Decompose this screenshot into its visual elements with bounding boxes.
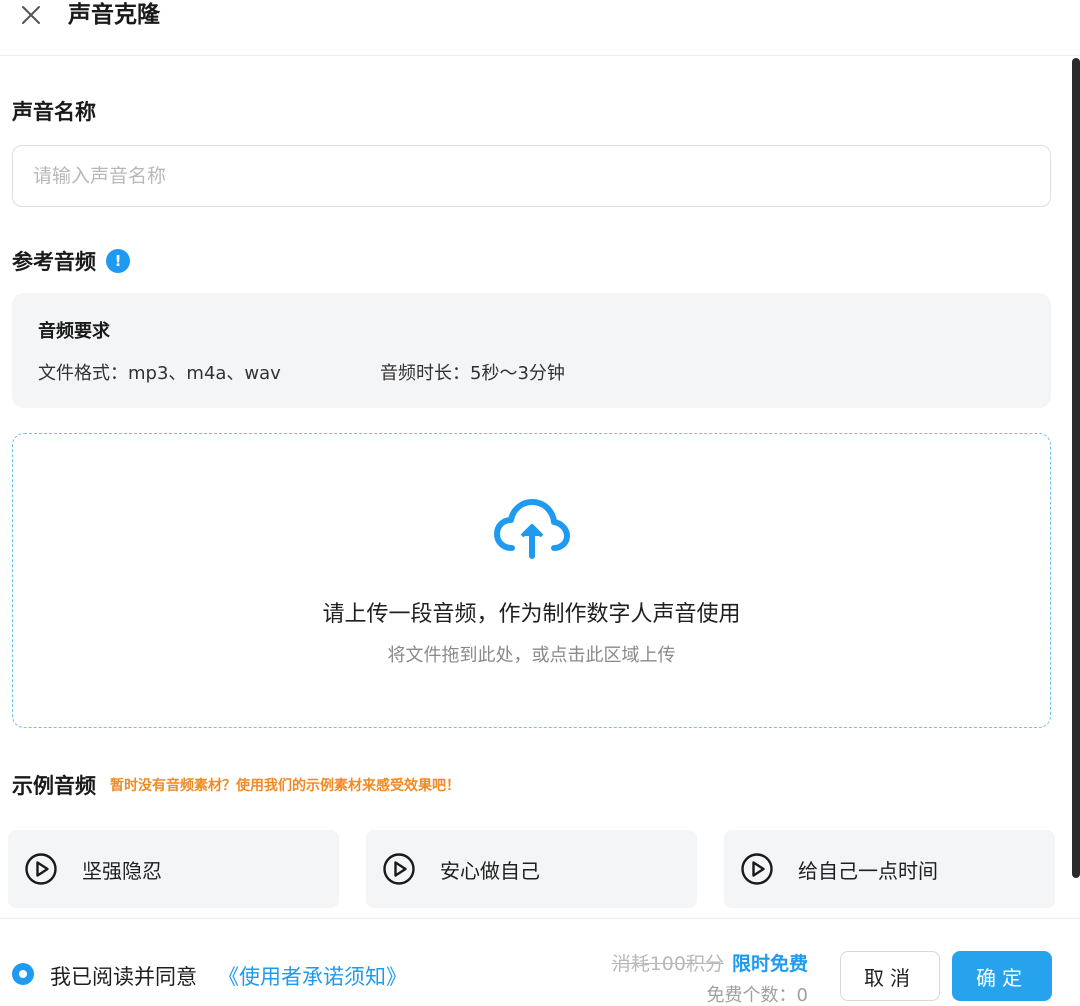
- free-count: 免费个数：0: [706, 985, 808, 1006]
- play-icon[interactable]: [382, 852, 416, 886]
- original-cost: 消耗100积分: [611, 953, 724, 975]
- play-icon[interactable]: [740, 852, 774, 886]
- examples-hint: 暂时没有音频素材？使用我们的示例素材来感受效果吧！: [110, 778, 460, 794]
- sample-audio-card[interactable]: 坚强隐忍: [8, 830, 339, 908]
- sample-audio-card[interactable]: 安心做自己: [366, 830, 697, 908]
- dialog-footer: 我已阅读并同意 《使用者承诺须知》 消耗100积分 限时免费 免费个数：0 取消 …: [0, 918, 1080, 1006]
- close-button[interactable]: [16, 0, 46, 30]
- terms-link[interactable]: 《使用者承诺须知》: [218, 961, 407, 991]
- voice-name-input[interactable]: [12, 145, 1051, 207]
- scrollbar[interactable]: [1072, 58, 1080, 878]
- dialog-title: 声音克隆: [68, 2, 160, 28]
- play-icon[interactable]: [24, 852, 58, 886]
- reference-audio-heading: 参考音频 !: [12, 246, 130, 276]
- cost-info: 消耗100积分 限时免费: [612, 949, 808, 976]
- cloud-upload-icon: [494, 499, 570, 559]
- requirements-format: 文件格式：mp3、m4a、wav: [38, 363, 281, 384]
- audio-requirements-panel: 音频要求 文件格式：mp3、m4a、wav 音频时长：5秒～3分钟: [12, 293, 1051, 408]
- agree-text: 我已阅读并同意: [50, 965, 197, 989]
- close-icon: [22, 6, 40, 24]
- promo-label: 限时免费: [731, 953, 808, 975]
- requirements-duration: 音频时长：5秒～3分钟: [380, 363, 565, 384]
- reference-audio-label: 参考音频: [12, 250, 96, 274]
- voice-name-label: 声音名称: [12, 100, 96, 124]
- confirm-button[interactable]: 确定: [952, 951, 1052, 1001]
- agree-radio[interactable]: [12, 963, 34, 985]
- sample-audio-name: 安心做自己: [440, 858, 540, 883]
- audio-upload-dropzone[interactable]: 请上传一段音频，作为制作数字人声音使用 将文件拖到此处，或点击此区域上传: [12, 433, 1051, 728]
- cancel-button[interactable]: 取消: [840, 951, 940, 1001]
- upload-sub-text: 将文件拖到此处，或点击此区域上传: [387, 645, 676, 666]
- sample-audio-name: 给自己一点时间: [798, 858, 938, 883]
- requirements-title: 音频要求: [38, 321, 110, 342]
- examples-label: 示例音频: [12, 774, 96, 798]
- upload-main-text: 请上传一段音频，作为制作数字人声音使用: [322, 602, 741, 627]
- sample-audio-name: 坚强隐忍: [82, 858, 162, 883]
- examples-heading: 示例音频 暂时没有音频素材？使用我们的示例素材来感受效果吧！: [12, 770, 460, 800]
- radio-dot: [19, 970, 27, 978]
- info-icon[interactable]: !: [106, 249, 130, 273]
- dialog-header: 声音克隆: [0, 0, 1080, 56]
- sample-audio-card[interactable]: 给自己一点时间: [724, 830, 1055, 908]
